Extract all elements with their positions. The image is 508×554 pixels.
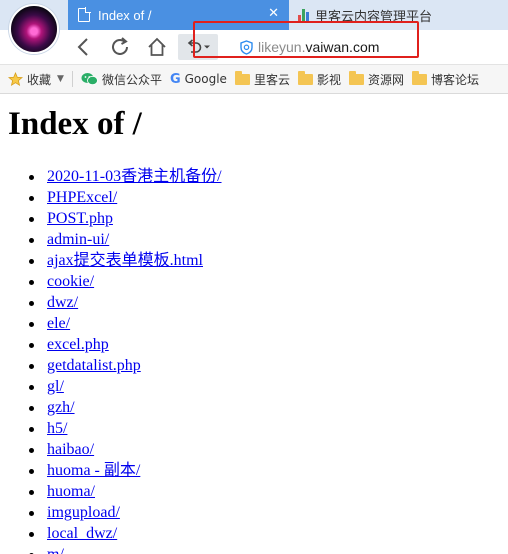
file-link[interactable]: getdatalist.php [47,357,141,374]
list-item: m/ [25,545,222,554]
directory-listing: 2020-11-03香港主机备份/ PHPExcel/ POST.php adm… [25,167,222,554]
directory-link[interactable]: dwz/ [47,294,78,311]
user-avatar[interactable] [9,4,59,54]
file-link[interactable]: ajax提交表单模板.html [47,252,203,269]
folder-icon [297,70,313,85]
directory-link[interactable]: imgupload/ [47,504,120,521]
folder-icon [234,70,250,85]
wechat-icon [81,73,98,86]
list-item: getdatalist.php [25,356,222,377]
list-item: PHPExcel/ [25,188,222,209]
tab-cms[interactable]: 里客云内容管理平台 [290,0,508,30]
bookmark-label: 博客论坛 [431,72,480,87]
directory-link[interactable]: m/ [47,546,64,554]
directory-link[interactable]: admin-ui/ [47,231,109,248]
star-icon [8,71,23,86]
back-button[interactable] [70,34,96,60]
home-icon [148,37,166,56]
shield-icon [240,39,253,55]
list-item: ajax提交表单模板.html [25,251,222,272]
undo-close-tab-button[interactable] [178,34,218,60]
bookmark-likeyun[interactable]: 里客云 [234,70,290,88]
navigation-bar: likeyun.vaiwan.com [0,30,508,64]
tab-index-of[interactable]: Index of / ✕ [68,0,289,30]
caret-down-icon [204,45,210,49]
directory-link[interactable]: haibao/ [47,441,94,458]
tab-title: Index of / [98,7,152,23]
bookmark-google[interactable]: G Google [170,72,227,87]
refresh-button[interactable] [106,34,134,60]
directory-link[interactable]: h5/ [47,420,67,437]
list-item: gl/ [25,377,222,398]
folder-icon [348,70,364,85]
directory-link[interactable]: cookie/ [47,273,94,290]
directory-link[interactable]: gl/ [47,378,64,395]
file-link[interactable]: POST.php [47,210,113,227]
directory-link[interactable]: PHPExcel/ [47,189,117,206]
file-link[interactable]: excel.php [47,336,109,353]
bookmark-label: 里客云 [253,72,290,87]
bookmark-movies[interactable]: 影视 [297,70,341,88]
list-item: dwz/ [25,293,222,314]
refresh-icon [112,37,128,55]
bookmark-resources[interactable]: 资源网 [348,70,404,88]
undo-icon [187,39,202,53]
caret-down-icon[interactable]: ▼ [57,74,64,84]
tab-title: 里客云内容管理平台 [315,8,433,24]
bookmark-label: 收藏 [27,72,52,87]
directory-link[interactable]: ele/ [47,315,70,332]
browser-chrome: Index of / ✕ 里客云内容管理平台 likeyun.vaiwan.co… [0,0,508,94]
list-item: local_dwz/ [25,524,222,545]
bookmark-label: 微信公众平 [101,72,162,87]
list-item: h5/ [25,419,222,440]
close-tab-icon[interactable]: ✕ [268,6,279,21]
url-text[interactable]: likeyun.vaiwan.com [258,39,379,55]
chevron-left-icon [77,38,88,56]
list-item: excel.php [25,335,222,356]
list-item: huoma/ [25,482,222,503]
home-button[interactable] [143,34,171,60]
list-item: cookie/ [25,272,222,293]
bookmark-divider [71,71,73,87]
bookmark-wechat[interactable]: 微信公众平 [81,71,162,88]
list-item: 2020-11-03香港主机备份/ [25,167,222,188]
directory-link[interactable]: huoma - 副本/ [47,462,140,479]
page-title: Index of / [8,106,142,142]
directory-link[interactable]: gzh/ [47,399,75,416]
directory-link[interactable]: local_dwz/ [47,525,117,542]
bookmark-label: 资源网 [367,72,404,87]
bookmark-blogs[interactable]: 博客论坛 [412,70,480,88]
address-bar[interactable]: likeyun.vaiwan.com [232,34,508,60]
directory-link[interactable]: 2020-11-03香港主机备份/ [47,168,222,185]
page-icon [78,7,91,22]
page-content: Index of / 2020-11-03香港主机备份/ PHPExcel/ P… [0,94,508,554]
google-icon: G [169,71,181,87]
directory-link[interactable]: huoma/ [47,483,95,500]
list-item: admin-ui/ [25,230,222,251]
list-item: gzh/ [25,398,222,419]
bookmark-label: Google [184,72,227,86]
bookmark-favorites[interactable]: 收藏 ▼ [8,71,64,88]
list-item: POST.php [25,209,222,230]
list-item: ele/ [25,314,222,335]
bookmark-label: 影视 [316,72,341,87]
bookmarks-bar: 收藏 ▼ 微信公众平 G Google 里客云 影视 资源网 博客论坛 [0,64,508,94]
list-item: imgupload/ [25,503,222,524]
list-item: haibao/ [25,440,222,461]
folder-icon [412,70,427,85]
list-item: huoma - 副本/ [25,461,222,482]
bar-chart-icon [298,8,309,22]
